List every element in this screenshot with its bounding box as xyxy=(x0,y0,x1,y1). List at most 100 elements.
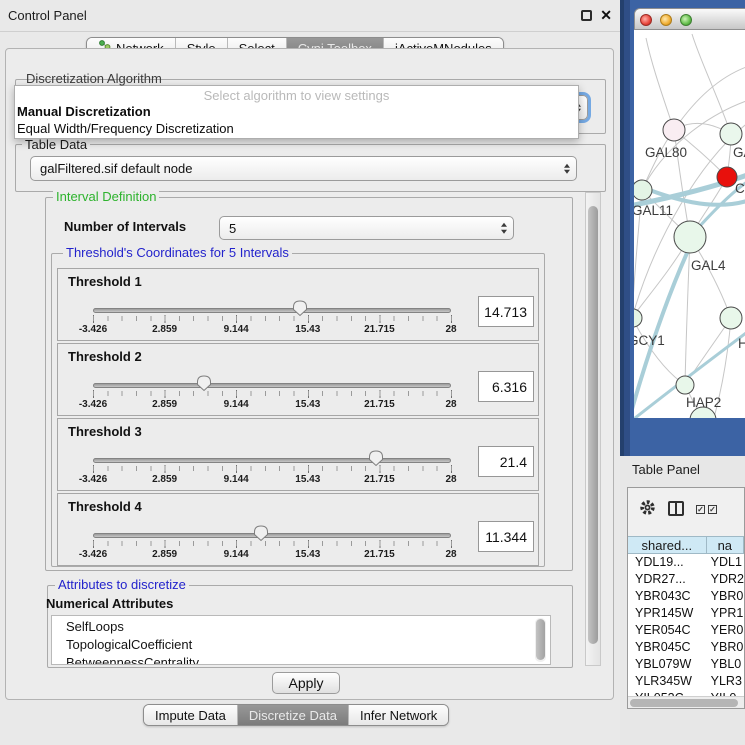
column-layout-icon[interactable] xyxy=(668,501,684,516)
network-node[interactable] xyxy=(634,309,642,327)
tab-impute-data[interactable]: Impute Data xyxy=(144,705,238,725)
threshold-list: Threshold 1 -3.4262.8599.14415.4321.7152… xyxy=(57,268,539,568)
panel-title: Control Panel xyxy=(8,8,87,23)
interval-definition-label: Interval Definition xyxy=(53,189,159,204)
scale-label: 28 xyxy=(445,549,456,560)
network-node[interactable] xyxy=(720,123,742,145)
tab-infer-network[interactable]: Infer Network xyxy=(349,705,448,725)
network-edge xyxy=(674,66,745,130)
threshold-label: Threshold 1 xyxy=(68,274,142,289)
scale-label: 15.43 xyxy=(295,474,320,485)
network-edge xyxy=(646,38,674,130)
attribute-item-betweennesscentrality[interactable]: BetweennessCentrality xyxy=(52,655,550,665)
node-label: H xyxy=(738,336,745,351)
scrollbar-thumb[interactable] xyxy=(630,699,738,707)
number-of-intervals-value: 5 xyxy=(229,221,236,236)
table-cell: YLR3 xyxy=(707,673,744,690)
threshold-panel: Threshold 3 -3.4262.8599.14415.4321.7152… xyxy=(57,418,539,491)
scale-label: 2.859 xyxy=(152,399,177,410)
tab-discretize-data[interactable]: Discretize Data xyxy=(238,705,349,725)
minimize-traffic-light[interactable] xyxy=(660,14,672,26)
threshold-slider-track[interactable] xyxy=(93,308,451,313)
table-panel-section: Table Panel ✓ ✓ shared...na YDL19...YDL1… xyxy=(620,456,745,745)
zoom-traffic-light[interactable] xyxy=(680,14,692,26)
column-header[interactable]: shared... xyxy=(628,536,707,554)
table-cell: YBR0 xyxy=(707,639,744,656)
column-header[interactable]: na xyxy=(707,536,744,554)
slider-thumb[interactable] xyxy=(253,524,269,542)
scale-label: 9.144 xyxy=(224,399,249,410)
bottom-tab-bar: Impute DataDiscretize DataInfer Network xyxy=(143,704,449,726)
slider-thumb[interactable] xyxy=(292,299,308,317)
combo-stepper-icon[interactable] xyxy=(501,223,507,234)
table-rows: YDL19...YDL1YDR27...YDR2YBR043CYBR0YPR14… xyxy=(628,554,744,707)
threshold-value-field[interactable]: 21.4 xyxy=(478,446,534,477)
scale-label: 2.859 xyxy=(152,474,177,485)
table-row[interactable]: YBR043CYBR0 xyxy=(628,588,744,605)
popup-option-manual-discretization[interactable]: Manual Discretization xyxy=(15,103,578,120)
threshold-slider-track[interactable] xyxy=(93,383,451,388)
node-label: C xyxy=(735,181,745,196)
table-cell: YBL0 xyxy=(707,656,744,673)
attribute-item-selfloops[interactable]: SelfLoops xyxy=(52,619,550,637)
network-node[interactable] xyxy=(676,376,694,394)
slider-thumb[interactable] xyxy=(196,374,212,392)
table-cell: YBR045C xyxy=(628,639,707,656)
network-node[interactable] xyxy=(717,167,737,187)
scrollbar-thumb[interactable] xyxy=(536,619,545,660)
attributes-list-scrollbar[interactable] xyxy=(535,618,546,662)
network-node[interactable] xyxy=(674,221,706,253)
gear-icon[interactable] xyxy=(638,498,657,517)
table-row[interactable]: YPR145WYPR1 xyxy=(628,605,744,622)
slider-thumb[interactable] xyxy=(368,449,384,467)
threshold-coordinates-label: Threshold's Coordinates for 5 Intervals xyxy=(63,245,292,260)
numerical-attributes-list[interactable]: SelfLoopsTopologicalCoefficientBetweenne… xyxy=(51,615,551,665)
table-row[interactable]: YER054CYER0 xyxy=(628,622,744,639)
table-panel-title: Table Panel xyxy=(632,462,700,477)
network-window-titlebar[interactable] xyxy=(634,8,745,30)
slider-minor-ticks xyxy=(93,541,453,546)
node-label: GAL80 xyxy=(645,145,687,160)
checkbox-icon[interactable]: ✓ xyxy=(708,505,717,514)
network-canvas[interactable]: GAL80GACGAL11GAL4GCY1HHAP2 xyxy=(634,30,745,418)
table-row[interactable]: YBR045CYBR0 xyxy=(628,639,744,656)
scale-label: -3.426 xyxy=(79,549,107,560)
float-window-icon[interactable] xyxy=(581,10,592,21)
network-node[interactable] xyxy=(720,307,742,329)
slider-scale-labels: -3.4262.8599.14415.4321.71528 xyxy=(58,399,540,411)
combo-stepper-icon[interactable] xyxy=(564,163,570,174)
apply-button[interactable]: Apply xyxy=(272,672,340,694)
node-label: GAL4 xyxy=(691,258,726,273)
attribute-item-topologicalcoefficient[interactable]: TopologicalCoefficient xyxy=(52,637,550,655)
close-traffic-light[interactable] xyxy=(640,14,652,26)
table-row[interactable]: YBL079WYBL0 xyxy=(628,656,744,673)
table-row[interactable]: YLR345WYLR3 xyxy=(628,673,744,690)
algorithm-dropdown-popup: Select algorithm to view settings Manual… xyxy=(14,85,579,139)
numerical-attributes-title: Numerical Attributes xyxy=(46,596,173,611)
threshold-value-field[interactable]: 6.316 xyxy=(478,371,534,402)
number-of-intervals-combobox[interactable]: 5 xyxy=(219,216,514,240)
table-cell: YLR345W xyxy=(628,673,707,690)
checkbox-icon[interactable]: ✓ xyxy=(696,505,705,514)
close-icon[interactable]: ✕ xyxy=(600,7,612,24)
popup-hint: Select algorithm to view settings xyxy=(15,86,578,103)
table-cell: YBR043C xyxy=(628,588,707,605)
network-graph[interactable]: GAL80GACGAL11GAL4GCY1HHAP2 xyxy=(634,30,745,418)
slider-scale-labels: -3.4262.8599.14415.4321.71528 xyxy=(58,549,540,561)
panel-vertical-scrollbar[interactable] xyxy=(585,192,601,666)
threshold-value-field[interactable]: 14.713 xyxy=(478,296,534,327)
threshold-value-field[interactable]: 11.344 xyxy=(478,521,534,552)
table-horizontal-scrollbar[interactable] xyxy=(628,696,744,708)
scale-label: 21.715 xyxy=(364,399,395,410)
table-data-combobox[interactable]: galFiltered.sif default node xyxy=(30,156,577,181)
scrollbar-thumb[interactable] xyxy=(588,206,598,644)
table-row[interactable]: YDL19...YDL1 xyxy=(628,554,744,571)
table-row[interactable]: YDR27...YDR2 xyxy=(628,571,744,588)
table-cell: YER054C xyxy=(628,622,707,639)
threshold-slider-track[interactable] xyxy=(93,458,451,463)
scale-label: 9.144 xyxy=(224,324,249,335)
popup-option-equal-width-frequency-discretization[interactable]: Equal Width/Frequency Discretization xyxy=(15,120,578,137)
network-node[interactable] xyxy=(663,119,685,141)
network-node[interactable] xyxy=(634,180,652,200)
threshold-slider-track[interactable] xyxy=(93,533,451,538)
